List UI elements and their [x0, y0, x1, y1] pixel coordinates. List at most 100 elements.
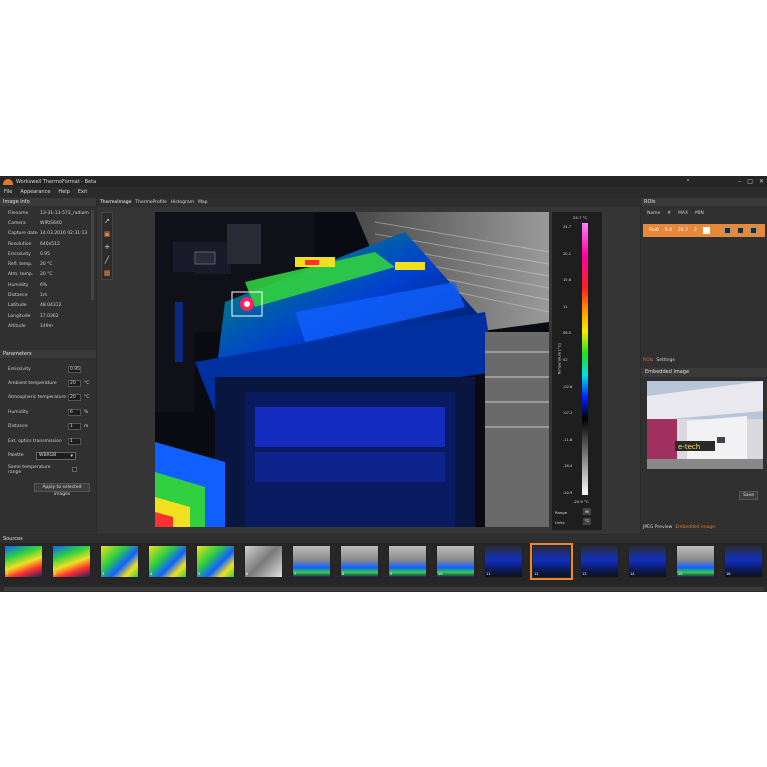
- scale-tick-label: -07.2: [563, 411, 573, 416]
- info-value: 1m: [40, 293, 48, 299]
- info-row: Longitude 17.0362: [0, 311, 96, 321]
- info-value: 0.95: [40, 251, 51, 257]
- embedded-image-title: Embedded image: [641, 368, 767, 377]
- source-thumbnail[interactable]: 11: [484, 545, 523, 578]
- info-key: Atm. temp.: [8, 272, 34, 278]
- info-row: Resolution 640x512: [0, 239, 96, 249]
- info-scrollbar[interactable]: [91, 210, 94, 300]
- parameter-input[interactable]: 6: [68, 408, 81, 416]
- app-logo-icon: [3, 178, 13, 185]
- info-key: Altitude: [8, 323, 26, 329]
- scale-max-label: 24.7 °C: [573, 215, 588, 220]
- tab-settings[interactable]: Settings: [656, 358, 674, 363]
- scale-tick-label: -11.8: [563, 437, 573, 442]
- parameter-input[interactable]: 20: [68, 380, 81, 388]
- image-info-panel: Image info Filename 13-31-13-573_radiom Ca…: [0, 198, 96, 348]
- scale-tick-label: -16.4: [563, 464, 573, 469]
- roi-min: 2: [694, 228, 697, 233]
- sources-scrollbar[interactable]: [0, 586, 767, 592]
- roi-col-name: Name: [647, 211, 661, 216]
- thumbnail-number: 15: [678, 572, 683, 576]
- source-thumbnail[interactable]: 2: [52, 545, 91, 578]
- parameter-input[interactable]: 20: [68, 394, 81, 402]
- tab-rois[interactable]: ROIs: [643, 358, 653, 363]
- point-tool-icon[interactable]: +: [102, 242, 112, 252]
- line-tool-icon[interactable]: ╱: [102, 255, 112, 265]
- tab-map[interactable]: Map: [198, 200, 208, 205]
- center-panel: ThermoImage ThermoProfile Histogram Map …: [97, 198, 640, 534]
- thumbnail-number: 8: [342, 572, 345, 576]
- info-row: Humidity 6%: [0, 280, 96, 290]
- source-thumbnail[interactable]: 5: [196, 545, 235, 578]
- source-thumbnail[interactable]: 4: [148, 545, 187, 578]
- sources-title: Sources: [0, 535, 767, 543]
- source-thumbnail[interactable]: 15: [676, 545, 715, 578]
- parameter-input[interactable]: 0.95: [68, 365, 81, 373]
- color-scale-bar[interactable]: [582, 223, 588, 495]
- info-key: Longitude: [8, 313, 31, 319]
- roi-delete-icon[interactable]: [749, 227, 757, 234]
- pointer-tool-icon[interactable]: ➚: [102, 216, 112, 226]
- roi-row[interactable]: Roi0 9.4 24.7 2: [643, 224, 765, 237]
- range-toggle-button[interactable]: M: [583, 508, 591, 515]
- thumbnail-number: 3: [102, 572, 105, 576]
- thumbnail-number: 6: [246, 572, 249, 576]
- menu-help[interactable]: Help: [58, 189, 69, 195]
- source-thumbnail[interactable]: 14: [628, 545, 667, 578]
- parameter-row: Ext. optics transmission 1: [0, 434, 96, 448]
- roi-name: Roi0: [649, 228, 659, 233]
- source-thumbnail[interactable]: 16: [724, 545, 763, 578]
- close-button[interactable]: ✕: [759, 178, 764, 185]
- info-row: Camera WIRIS640: [0, 218, 96, 228]
- parameter-label: Ambient temperature: [8, 381, 57, 387]
- tab-thermoimage[interactable]: ThermoImage: [100, 200, 131, 205]
- palette-select[interactable]: WBRGB: [36, 451, 76, 460]
- info-key: Resolution: [8, 241, 32, 247]
- source-thumbnail[interactable]: 12: [530, 543, 573, 580]
- info-value: WIRIS640: [40, 220, 62, 226]
- minimize-button[interactable]: –: [738, 178, 741, 185]
- left-panel: Image info Filename 13-31-13-573_radiom Ca…: [0, 198, 96, 552]
- range-label: Range: [555, 510, 568, 515]
- roi-visibility-icon[interactable]: [723, 227, 731, 234]
- apply-button[interactable]: Apply to selected images: [34, 483, 90, 497]
- tab-embedded-image[interactable]: Embedded image: [675, 525, 715, 530]
- tab-jpeg-preview[interactable]: JPEG Preview: [643, 525, 672, 530]
- window-title: Workswell ThermoFormat - Beta: [16, 178, 97, 185]
- thumbnail-number: 4: [150, 572, 153, 576]
- info-row: Emissivity 0.95: [0, 249, 96, 259]
- rectangle-tool-icon[interactable]: ▣: [102, 229, 112, 239]
- source-thumbnail[interactable]: 10: [436, 545, 475, 578]
- menu-appearance[interactable]: Appearance: [20, 189, 50, 195]
- roi-settings-icon[interactable]: [736, 227, 744, 234]
- units-toggle-button[interactable]: °C: [583, 518, 591, 525]
- area-tool-icon[interactable]: ▦: [102, 268, 112, 278]
- parameter-input[interactable]: 1: [68, 437, 81, 445]
- source-thumbnail[interactable]: 9: [388, 545, 427, 578]
- save-button[interactable]: Save: [739, 491, 758, 500]
- tab-histogram[interactable]: Histogram: [171, 200, 194, 205]
- maximize-button[interactable]: □: [747, 178, 753, 185]
- source-thumbnail[interactable]: 3: [100, 545, 139, 578]
- parameter-unit: °C: [84, 381, 90, 387]
- info-value: 6%: [40, 282, 48, 288]
- title-bar: Workswell ThermoFormat - Beta – □ ✕: [0, 176, 767, 187]
- source-thumbnail[interactable]: 1: [4, 545, 43, 578]
- menu-exit[interactable]: Exit: [78, 189, 87, 195]
- tab-thermoprofile[interactable]: ThermoProfile: [135, 200, 166, 205]
- source-thumbnail[interactable]: 8: [340, 545, 379, 578]
- same-range-checkbox[interactable]: [72, 467, 77, 473]
- source-thumbnail[interactable]: 6: [244, 545, 283, 578]
- source-thumbnail[interactable]: 13: [580, 545, 619, 578]
- menu-file[interactable]: File: [4, 189, 12, 195]
- thermal-image[interactable]: [155, 212, 549, 527]
- info-value: 17.0362: [40, 313, 59, 319]
- parameter-unit: °C: [84, 395, 90, 401]
- roi-color-swatch[interactable]: [702, 227, 710, 234]
- parameter-row: Ambient temperature 20 °C: [0, 376, 96, 390]
- info-key: Emissivity: [8, 251, 31, 257]
- info-row: Refl. temp. 20 °C: [0, 259, 96, 269]
- parameter-input[interactable]: 1: [68, 423, 81, 431]
- source-thumbnail[interactable]: 7: [292, 545, 331, 578]
- app-window: Workswell ThermoFormat - Beta – □ ✕ File…: [0, 176, 767, 592]
